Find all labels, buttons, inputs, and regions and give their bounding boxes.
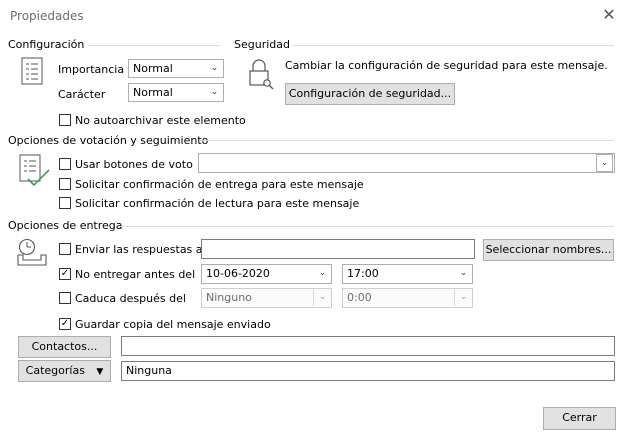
do-not-deliver-time[interactable]: 17:00 ⌄: [342, 264, 473, 284]
delivery-header: Opciones de entrega: [8, 219, 123, 232]
title-bar: [0, 0, 622, 31]
save-copy-label: Guardar copia del mensaje enviado: [75, 318, 271, 331]
no-autoarchive-checkbox[interactable]: [59, 114, 71, 126]
importance-label: Importancia: [58, 63, 125, 76]
delivery-clock-icon: [17, 238, 47, 269]
config-header: Configuración: [8, 38, 85, 51]
voting-divider: [200, 140, 614, 141]
chevron-down-icon: ⌄: [318, 268, 327, 278]
expires-time[interactable]: 0:00 ⌄: [342, 288, 473, 308]
categories-button[interactable]: Categorías ▼: [18, 360, 111, 382]
replies-to-label: Enviar las respuestas a: [75, 243, 203, 256]
use-voting-label: Usar botones de voto: [75, 158, 193, 171]
dropdown-arrow-icon: ▼: [96, 367, 104, 377]
do-not-deliver-time-value: 17:00: [347, 267, 379, 280]
use-voting-checkbox[interactable]: [59, 158, 71, 170]
chevron-down-icon: ⌄: [596, 154, 613, 172]
security-settings-button[interactable]: Configuración de seguridad...: [285, 83, 455, 105]
do-not-deliver-date-value: 10-06-2020: [206, 267, 270, 280]
window-title: Propiedades: [10, 9, 84, 23]
delivery-receipt-label: Solicitar confirmación de entrega para e…: [75, 178, 364, 191]
sensitivity-select[interactable]: Normal ⌄: [128, 83, 224, 102]
contacts-button[interactable]: Contactos...: [18, 336, 111, 358]
sensitivity-value: Normal: [133, 86, 173, 99]
chevron-down-icon: ⌄: [313, 289, 331, 306]
voting-buttons-select[interactable]: ⌄: [198, 153, 615, 173]
chevron-down-icon: ⌄: [454, 289, 472, 306]
expires-date-value: Ninguno: [206, 291, 252, 304]
delivery-divider: [120, 226, 614, 227]
expires-time-value: 0:00: [347, 291, 372, 304]
replies-to-checkbox[interactable]: [59, 243, 71, 255]
close-icon[interactable]: ✕: [599, 5, 619, 25]
do-not-deliver-label: No entregar antes del: [75, 268, 196, 281]
lock-icon: [247, 58, 275, 93]
expires-date[interactable]: Ninguno ⌄: [201, 288, 332, 308]
chevron-down-icon: ⌄: [210, 63, 219, 73]
delivery-receipt-checkbox[interactable]: [59, 178, 71, 190]
security-header: Seguridad: [234, 38, 290, 51]
categories-input[interactable]: Ninguna: [121, 361, 615, 381]
sensitivity-label: Carácter: [58, 88, 106, 101]
read-receipt-label: Solicitar confirmación de lectura para e…: [75, 197, 360, 210]
voting-header: Opciones de votación y seguimiento: [8, 134, 209, 147]
expires-checkbox[interactable]: [59, 292, 71, 304]
read-receipt-checkbox[interactable]: [59, 197, 71, 209]
voting-icon: [19, 154, 51, 191]
do-not-deliver-date[interactable]: 10-06-2020 ⌄: [201, 264, 332, 284]
expires-label: Caduca después del: [75, 292, 186, 305]
categories-button-label: Categorías: [25, 364, 85, 377]
do-not-deliver-checkbox[interactable]: ✓: [59, 268, 71, 280]
close-button[interactable]: Cerrar: [543, 407, 616, 430]
security-text: Cambiar la configuración de seguridad pa…: [285, 59, 608, 72]
security-divider: [293, 45, 614, 46]
replies-to-input[interactable]: [201, 239, 475, 259]
properties-icon: [21, 57, 43, 88]
importance-value: Normal: [133, 62, 173, 75]
config-divider: [88, 45, 220, 46]
save-copy-checkbox[interactable]: ✓: [59, 318, 71, 330]
contacts-input[interactable]: [121, 336, 615, 356]
select-names-button[interactable]: Seleccionar nombres...: [483, 239, 614, 261]
chevron-down-icon: ⌄: [210, 87, 219, 97]
no-autoarchive-label: No autoarchivar este elemento: [75, 114, 246, 127]
importance-select[interactable]: Normal ⌄: [128, 59, 224, 78]
chevron-down-icon: ⌄: [459, 268, 468, 278]
